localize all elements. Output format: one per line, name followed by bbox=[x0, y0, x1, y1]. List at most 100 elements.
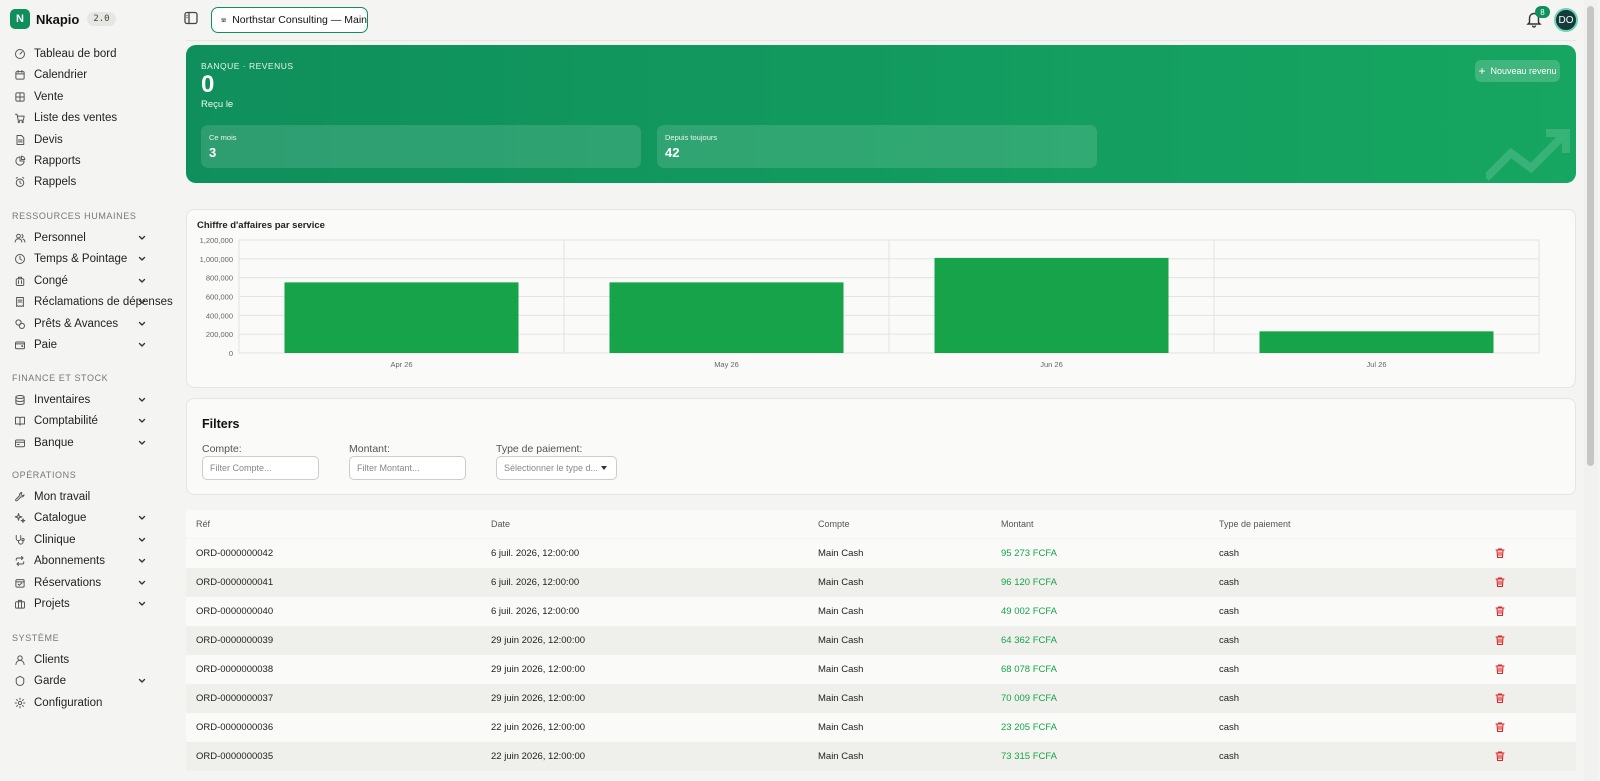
sidebar-item-vente[interactable]: Vente bbox=[0, 87, 160, 107]
cell-date: 6 juil. 2026, 12:00:00 bbox=[491, 606, 580, 617]
sidebar-item-catalogue[interactable]: Catalogue bbox=[0, 508, 160, 528]
sparkle-icon bbox=[14, 512, 26, 524]
hero-subtitle: Reçu le bbox=[201, 99, 234, 110]
sidebar-item-label: Garde bbox=[34, 675, 66, 688]
sidebar-item-personnel[interactable]: Personnel bbox=[0, 228, 160, 248]
cell-account: Main Cash bbox=[818, 722, 864, 733]
filter-payment-type-select[interactable]: Sélectionner le type d... bbox=[496, 456, 617, 480]
brand[interactable]: N Nkapio 2.0 bbox=[0, 0, 172, 38]
revenue-bar-chart: 0 200,000 400,000 600,000 800,000 1,000,000 1,… bbox=[200, 236, 1540, 369]
column-header-ref[interactable]: Réf bbox=[196, 519, 210, 529]
sidebar-section-title: FINANCE ET STOCK bbox=[12, 373, 109, 383]
cell-type: cash bbox=[1219, 577, 1240, 588]
chevron-down-icon bbox=[138, 419, 146, 424]
company-name: Northstar Consulting — Main bbox=[232, 14, 367, 26]
trash-icon[interactable] bbox=[1494, 605, 1506, 617]
trash-icon[interactable] bbox=[1494, 750, 1506, 762]
filters-card: Filters Compte: Filter Compte... Montant… bbox=[186, 398, 1576, 495]
sidebar-item-label: Réservations bbox=[34, 576, 102, 589]
scrollbar-thumb[interactable] bbox=[1587, 6, 1594, 466]
caret-down-icon bbox=[601, 466, 607, 470]
trash-icon[interactable] bbox=[1494, 692, 1506, 704]
table-row[interactable]: ORD-0000000037 29 juin 2026, 12:00:00 Main… bbox=[186, 684, 1576, 713]
app-name: Nkapio bbox=[36, 11, 80, 27]
pie-chart-icon bbox=[14, 155, 26, 167]
cell-date: 29 juin 2026, 12:00:00 bbox=[491, 664, 586, 675]
sidebar-item-rappels[interactable]: Rappels bbox=[0, 172, 160, 192]
cell-amount: 23 205 FCFA bbox=[1001, 722, 1057, 733]
column-header-payment-type[interactable]: Type de paiement bbox=[1219, 519, 1291, 529]
avatar[interactable]: DO bbox=[1554, 8, 1578, 32]
sidebar-section-title: OPÉRATIONS bbox=[12, 470, 77, 480]
cell-type: cash bbox=[1219, 664, 1240, 675]
sidebar-item-clinique[interactable]: Clinique bbox=[0, 530, 160, 550]
filter-amount-input[interactable]: Filter Montant... bbox=[349, 456, 466, 480]
sidebar-item-devis[interactable]: Devis bbox=[0, 130, 160, 150]
sidebar-item-clients[interactable]: Clients bbox=[0, 650, 160, 670]
bar bbox=[1259, 331, 1494, 353]
sidebar-item-paie[interactable]: Paie bbox=[0, 335, 160, 355]
company-switcher[interactable]: Northstar Consulting — Main bbox=[211, 7, 368, 33]
sidebar-item-label: Personnel bbox=[34, 232, 86, 244]
sidebar-item-banque[interactable]: Banque bbox=[0, 433, 160, 453]
table-row[interactable]: ORD-0000000038 29 juin 2026, 12:00:00 Main… bbox=[186, 655, 1576, 684]
x-tick-label: May 26 bbox=[714, 360, 739, 369]
version-badge: 2.0 bbox=[87, 12, 116, 26]
sidebar-item-rapports[interactable]: Rapports bbox=[0, 151, 160, 171]
cell-account: Main Cash bbox=[818, 606, 864, 617]
cell-date: 22 juin 2026, 12:00:00 bbox=[491, 722, 586, 733]
table-row[interactable]: ORD-0000000041 6 juil. 2026, 12:00:00 Main… bbox=[186, 568, 1576, 597]
trash-icon[interactable] bbox=[1494, 634, 1506, 646]
column-header-date[interactable]: Date bbox=[491, 519, 510, 529]
trend-decoration-icon bbox=[1486, 129, 1570, 181]
sidebar-item-projets[interactable]: Projets bbox=[0, 594, 160, 614]
sidebar-item-temps-pointage[interactable]: Temps & Pointage bbox=[0, 249, 160, 269]
chevron-down-icon bbox=[138, 601, 146, 606]
sidebar-item-r-servations[interactable]: Réservations bbox=[0, 573, 160, 593]
sidebar-item-label: Vente bbox=[34, 90, 64, 103]
sidebar-item-calendrier[interactable]: Calendrier bbox=[0, 65, 160, 85]
chevron-down-icon bbox=[138, 235, 146, 240]
trash-icon[interactable] bbox=[1494, 721, 1506, 733]
sidebar-item-r-clamations-de-d-penses[interactable]: Réclamations de dépenses bbox=[0, 292, 173, 312]
bank-icon bbox=[14, 437, 26, 449]
sidebar-item-inventaires[interactable]: Inventaires bbox=[0, 390, 160, 410]
sidebar-item-tableau-de-bord[interactable]: Tableau de bord bbox=[0, 44, 160, 64]
cell-ref: ORD-0000000040 bbox=[196, 606, 274, 617]
cell-type: cash bbox=[1219, 693, 1240, 704]
trash-icon[interactable] bbox=[1494, 547, 1506, 559]
table-row[interactable]: ORD-0000000036 22 juin 2026, 12:00:00 Main… bbox=[186, 713, 1576, 742]
table-row[interactable]: ORD-0000000040 6 juil. 2026, 12:00:00 Main… bbox=[186, 597, 1576, 626]
sidebar-item-configuration[interactable]: Configuration bbox=[0, 693, 160, 713]
cell-ref: ORD-0000000037 bbox=[196, 693, 274, 704]
table-row[interactable]: ORD-0000000042 6 juil. 2026, 12:00:00 Main… bbox=[186, 539, 1576, 568]
receipt-icon bbox=[14, 296, 26, 308]
sidebar-item-label: Réclamations de dépenses bbox=[34, 296, 173, 309]
column-header-account[interactable]: Compte bbox=[818, 519, 850, 529]
column-header-amount[interactable]: Montant bbox=[1001, 519, 1034, 529]
cell-type: cash bbox=[1219, 606, 1240, 617]
cell-ref: ORD-0000000041 bbox=[196, 577, 274, 588]
table-row[interactable]: ORD-0000000039 29 juin 2026, 12:00:00 Main… bbox=[186, 626, 1576, 655]
alarm-icon bbox=[14, 176, 26, 188]
cell-amount: 70 009 FCFA bbox=[1001, 693, 1057, 704]
trash-icon[interactable] bbox=[1494, 663, 1506, 675]
sidebar-item-liste-des-ventes[interactable]: Liste des ventes bbox=[0, 108, 160, 128]
filter-account-input[interactable]: Filter Compte... bbox=[202, 456, 319, 480]
table-row[interactable]: ORD-0000000035 22 juin 2026, 12:00:00 Main… bbox=[186, 742, 1576, 771]
sidebar-item-pr-ts-avances[interactable]: Prêts & Avances bbox=[0, 314, 160, 334]
cell-type: cash bbox=[1219, 751, 1240, 762]
sidebar-item-mon-travail[interactable]: Mon travail bbox=[0, 487, 160, 507]
x-tick-label: Jul 26 bbox=[1366, 360, 1386, 369]
dashboard-icon bbox=[14, 48, 26, 60]
sidebar-item-comptabilit-[interactable]: Comptabilité bbox=[0, 411, 160, 431]
trash-icon[interactable] bbox=[1494, 576, 1506, 588]
sidebar-item-cong-[interactable]: Congé bbox=[0, 271, 160, 291]
sidebar-item-abonnements[interactable]: Abonnements bbox=[0, 551, 160, 571]
sidebar-item-garde[interactable]: Garde bbox=[0, 671, 160, 691]
chevron-down-icon bbox=[138, 299, 146, 304]
new-revenue-button[interactable]: + Nouveau revenu bbox=[1475, 60, 1560, 82]
chevron-down-icon bbox=[138, 516, 146, 521]
sidebar-toggle-icon[interactable] bbox=[183, 10, 199, 26]
sidebar-section-title: SYSTÈME bbox=[12, 633, 60, 643]
